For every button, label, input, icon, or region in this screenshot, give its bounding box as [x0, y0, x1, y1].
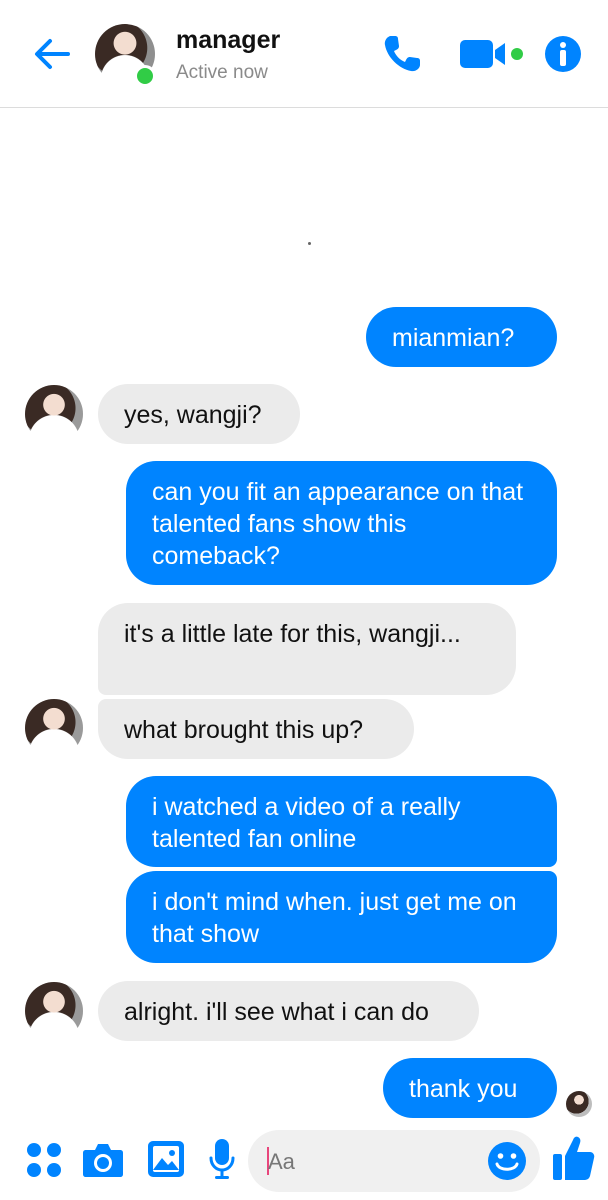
contact-status: Active now — [176, 62, 268, 83]
back-arrow-icon[interactable] — [28, 30, 76, 78]
separator-dot — [308, 242, 311, 245]
contact-avatar-small[interactable] — [25, 699, 83, 757]
phone-icon[interactable] — [380, 32, 424, 81]
emoji-icon[interactable] — [487, 1141, 527, 1186]
incoming-message[interactable]: alright. i'll see what i can do — [98, 981, 479, 1041]
contact-avatar-small[interactable] — [25, 385, 83, 443]
message-input-pill[interactable] — [248, 1130, 540, 1192]
outgoing-message[interactable]: i don't mind when. just get me on that s… — [126, 871, 557, 963]
outgoing-message[interactable]: i watched a video of a really talented f… — [126, 776, 557, 867]
message-composer — [0, 1122, 608, 1200]
contact-avatar-small[interactable] — [25, 982, 83, 1040]
messenger-chat-screen: manager Active now mianmian? yes, wangji… — [0, 0, 608, 1200]
online-status-dot — [134, 65, 156, 87]
message-input[interactable] — [268, 1148, 468, 1176]
info-icon[interactable] — [544, 35, 582, 78]
microphone-icon[interactable] — [208, 1138, 236, 1185]
contact-name[interactable]: manager — [176, 26, 280, 55]
video-camera-icon[interactable] — [460, 38, 528, 75]
incoming-message[interactable]: what brought this up? — [98, 699, 414, 759]
camera-icon[interactable] — [82, 1140, 124, 1185]
outgoing-message[interactable]: can you fit an appearance on that talent… — [126, 461, 557, 585]
read-receipt-avatar — [566, 1091, 592, 1117]
apps-grid-icon[interactable] — [24, 1140, 64, 1185]
outgoing-message[interactable]: thank you — [383, 1058, 557, 1118]
gallery-icon[interactable] — [147, 1140, 185, 1183]
outgoing-message[interactable]: mianmian? — [366, 307, 557, 367]
chat-header: manager Active now — [0, 0, 608, 108]
incoming-message[interactable]: it's a little late for this, wangji... — [98, 603, 516, 695]
incoming-message[interactable]: yes, wangji? — [98, 384, 300, 444]
thumbs-up-icon[interactable] — [552, 1134, 596, 1187]
